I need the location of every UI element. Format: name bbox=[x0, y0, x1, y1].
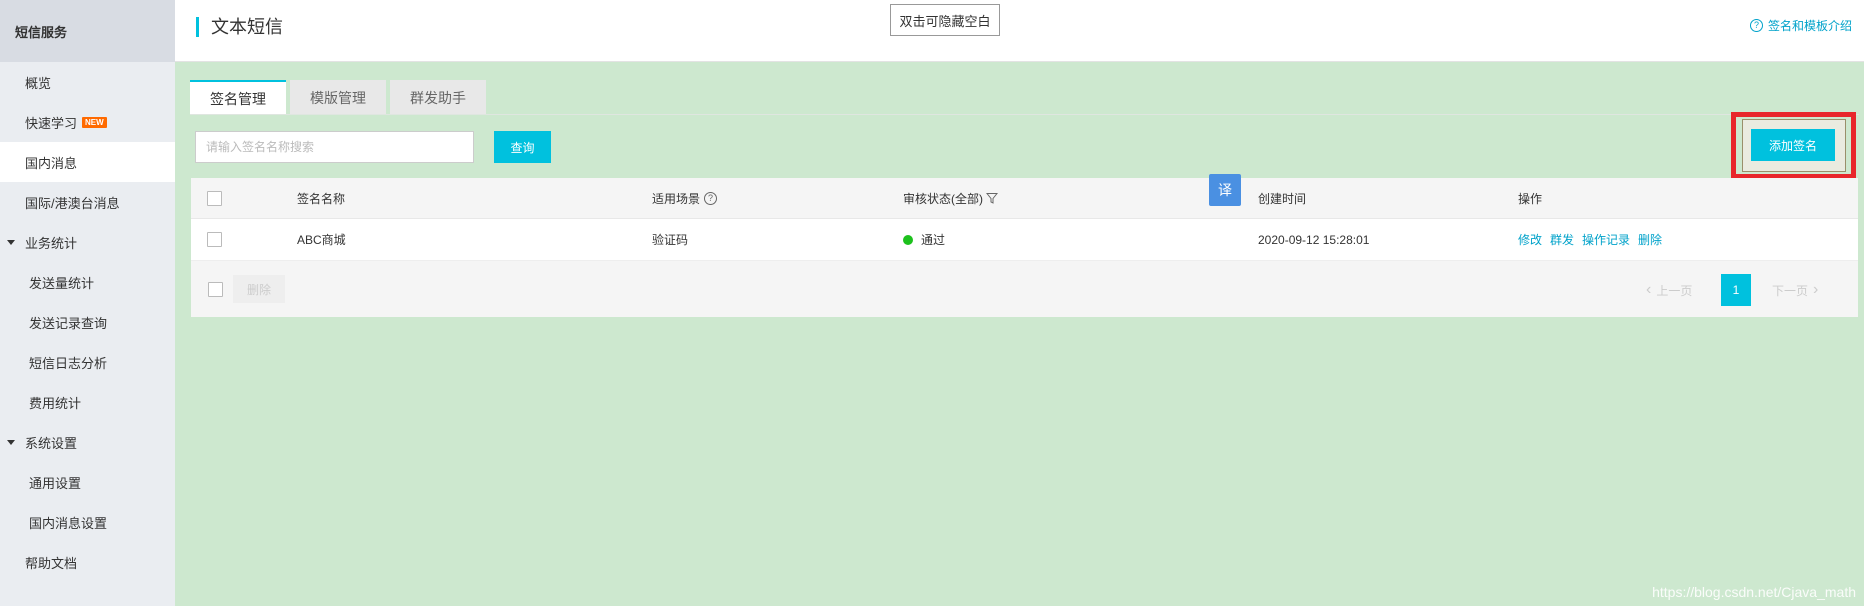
sidebar-item-label: 费用统计 bbox=[29, 395, 82, 411]
question-icon[interactable]: ? bbox=[704, 191, 718, 205]
sidebar-item-label: 国内消息 bbox=[25, 155, 78, 171]
hide-blank-button[interactable]: 双击可隐藏空白 bbox=[890, 4, 1000, 36]
sidebar-item-label: 通用设置 bbox=[29, 475, 82, 491]
column-header-status-label: 审核状态(全部) bbox=[903, 191, 983, 206]
title-accent-bar bbox=[196, 17, 199, 37]
next-page-label: 下一页 bbox=[1772, 283, 1809, 298]
caret-down-icon bbox=[7, 439, 15, 445]
select-all-cell bbox=[207, 178, 222, 218]
new-badge: NEW bbox=[82, 116, 107, 128]
status-label: 通过 bbox=[921, 233, 946, 247]
signature-status: 通过 bbox=[903, 219, 945, 260]
chevron-right-icon: › bbox=[1813, 281, 1819, 298]
row-select-cell bbox=[207, 219, 222, 260]
sidebar-item-domestic-messages[interactable]: 国内消息 bbox=[0, 142, 175, 182]
sidebar-item-label: 发送量统计 bbox=[29, 275, 95, 291]
sidebar-item-domestic-settings[interactable]: 国内消息设置 bbox=[0, 502, 175, 542]
column-header-scene-label: 适用场景 bbox=[652, 191, 701, 206]
signature-created-time: 2020-09-12 15:28:01 bbox=[1258, 232, 1370, 247]
next-page-button[interactable]: 下一页 › bbox=[1760, 274, 1843, 306]
signature-table: 签名名称 适用场景 ? 审核状态(全部) 创建时间 操作 ABC商城 验证码 通… bbox=[191, 178, 1858, 317]
filter-icon[interactable] bbox=[986, 192, 998, 204]
sidebar-item-label: 短信日志分析 bbox=[29, 355, 108, 371]
edit-link[interactable]: 修改 bbox=[1518, 231, 1542, 248]
sidebar-item-label: 国内消息设置 bbox=[29, 515, 108, 531]
signature-name: ABC商城 bbox=[297, 233, 346, 247]
column-header-scene: 适用场景 ? bbox=[652, 178, 718, 218]
sidebar-item-overview[interactable]: 概览 bbox=[0, 62, 175, 102]
sidebar-item-label: 概览 bbox=[25, 75, 52, 91]
batch-delete-cell: 删除 bbox=[233, 261, 286, 317]
tab-bulk-send-assistant[interactable]: 群发助手 bbox=[390, 80, 486, 115]
sidebar-item-quick-learn[interactable]: 快速学习 NEW bbox=[0, 102, 175, 142]
caret-down-icon bbox=[7, 239, 15, 245]
add-signature-button[interactable]: 添加签名 bbox=[1751, 129, 1835, 161]
signature-template-help-link[interactable]: ? 签名和模板介绍 bbox=[1749, 17, 1852, 34]
sidebar-group-system-settings[interactable]: 系统设置 bbox=[0, 422, 175, 462]
operation-log-link[interactable]: 操作记录 bbox=[1582, 231, 1630, 248]
row-actions: 修改 群发 操作记录 删除 bbox=[1518, 219, 1670, 260]
column-header-created: 创建时间 bbox=[1258, 191, 1307, 206]
sidebar-item-international-messages[interactable]: 国际/港澳台消息 bbox=[0, 182, 175, 222]
pagination: ‹ 上一页 1 下一页 › bbox=[1633, 274, 1843, 306]
sidebar: 短信服务 概览 快速学习 NEW 国内消息 国际/港澳台消息 业务统计 发送量统… bbox=[0, 0, 175, 606]
page-title: 文本短信 bbox=[211, 17, 283, 37]
watermark: https://blog.csdn.net/Cjava_math bbox=[1652, 584, 1856, 600]
sidebar-item-label: 帮助文档 bbox=[25, 555, 78, 571]
row-checkbox[interactable] bbox=[207, 232, 222, 247]
footer-select-cell bbox=[208, 261, 223, 317]
sidebar-item-label: 快速学习 bbox=[25, 115, 78, 131]
prev-page-button[interactable]: ‹ 上一页 bbox=[1633, 274, 1712, 306]
table-header: 签名名称 适用场景 ? 审核状态(全部) 创建时间 操作 bbox=[191, 178, 1858, 219]
tab-signature-management[interactable]: 签名管理 bbox=[190, 80, 286, 115]
delete-link[interactable]: 删除 bbox=[1638, 231, 1662, 248]
help-link-label: 签名和模板介绍 bbox=[1767, 19, 1852, 33]
sidebar-group-label: 业务统计 bbox=[25, 235, 78, 251]
table-row: ABC商城 验证码 通过 2020-09-12 15:28:01 修改 群发 操… bbox=[191, 219, 1858, 261]
page-number-button[interactable]: 1 bbox=[1721, 274, 1751, 306]
table-footer: 删除 ‹ 上一页 1 下一页 › bbox=[191, 261, 1858, 317]
tab-divider bbox=[190, 114, 1859, 115]
prev-page-label: 上一页 bbox=[1656, 283, 1693, 298]
footer-select-all-checkbox[interactable] bbox=[208, 281, 223, 297]
chevron-left-icon: ‹ bbox=[1646, 281, 1652, 298]
sidebar-header: 短信服务 bbox=[0, 0, 175, 62]
bulk-send-link[interactable]: 群发 bbox=[1550, 231, 1574, 248]
select-all-checkbox[interactable] bbox=[207, 190, 222, 206]
sidebar-item-general-settings[interactable]: 通用设置 bbox=[0, 462, 175, 502]
sidebar-item-cost-stats[interactable]: 费用统计 bbox=[0, 382, 175, 422]
translate-button[interactable]: 译 bbox=[1209, 174, 1241, 206]
column-header-name: 签名名称 bbox=[297, 191, 346, 206]
sidebar-item-send-records[interactable]: 发送记录查询 bbox=[0, 302, 175, 342]
sidebar-group-business-stats[interactable]: 业务统计 bbox=[0, 222, 175, 262]
sidebar-group-label: 系统设置 bbox=[25, 435, 78, 451]
page-header: 文本短信 双击可隐藏空白 ? 签名和模板介绍 bbox=[175, 0, 1864, 62]
sidebar-item-label: 发送记录查询 bbox=[29, 315, 108, 331]
tab-template-management[interactable]: 模版管理 bbox=[290, 80, 386, 115]
status-ok-icon bbox=[903, 234, 913, 245]
question-icon: ? bbox=[1749, 19, 1763, 32]
signature-scene: 验证码 bbox=[652, 233, 689, 247]
sidebar-item-label: 国际/港澳台消息 bbox=[25, 195, 120, 211]
sidebar-item-send-volume[interactable]: 发送量统计 bbox=[0, 262, 175, 302]
sidebar-item-sms-log-analysis[interactable]: 短信日志分析 bbox=[0, 342, 175, 382]
signature-search-input[interactable] bbox=[195, 131, 474, 163]
query-button[interactable]: 查询 bbox=[494, 131, 551, 163]
batch-delete-button[interactable]: 删除 bbox=[233, 275, 286, 303]
sidebar-item-help-docs[interactable]: 帮助文档 bbox=[0, 542, 175, 582]
tab-bar: 签名管理 模版管理 群发助手 bbox=[190, 80, 490, 115]
column-header-actions: 操作 bbox=[1518, 191, 1543, 206]
column-header-status[interactable]: 审核状态(全部) bbox=[903, 178, 998, 218]
